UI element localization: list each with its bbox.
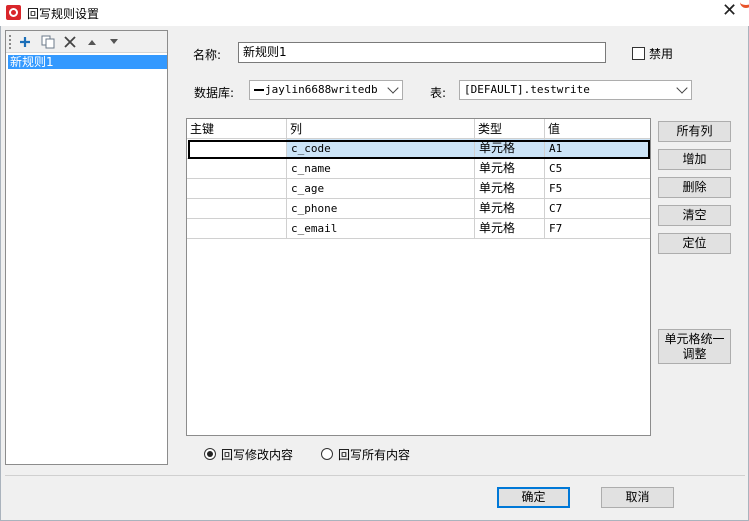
row-type-cell[interactable]: 单元格: [475, 179, 545, 199]
row-value-cell[interactable]: F7: [545, 219, 650, 239]
header-key[interactable]: 主键: [187, 119, 287, 139]
mapping-grid: 主键 列 类型 值 c_code 单元格 A1 c_name 单元格 C5 c_…: [186, 118, 651, 436]
rule-toolbar: [6, 31, 167, 53]
delete-button[interactable]: 删除: [658, 177, 731, 198]
name-input[interactable]: 新规则1: [238, 42, 606, 63]
cancel-button[interactable]: 取消: [601, 487, 674, 508]
move-up-icon[interactable]: [83, 33, 101, 51]
row-value-cell[interactable]: F5: [545, 179, 650, 199]
header-value[interactable]: 值: [545, 119, 650, 139]
clear-button[interactable]: 清空: [658, 205, 731, 226]
row-key-cell[interactable]: [187, 219, 287, 239]
row-column-cell[interactable]: c_age: [287, 179, 475, 199]
toolbar-grip: [9, 35, 11, 49]
row-value-cell[interactable]: C5: [545, 159, 650, 179]
row-type-cell[interactable]: 单元格: [475, 159, 545, 179]
name-label: 名称:: [193, 48, 222, 62]
table-select[interactable]: [DEFAULT].testwrite: [459, 80, 692, 100]
row-column-cell[interactable]: c_email: [287, 219, 475, 239]
plus-icon[interactable]: [16, 33, 34, 51]
unify-cells-button[interactable]: 单元格统一调整: [658, 329, 731, 364]
locate-button[interactable]: 定位: [658, 233, 731, 254]
database-select[interactable]: jaylin6688writedb: [249, 80, 403, 100]
move-down-icon[interactable]: [105, 33, 123, 51]
row-key-cell[interactable]: [187, 179, 287, 199]
disable-checkbox[interactable]: [632, 47, 645, 60]
app-icon: [6, 5, 21, 20]
row-type-cell[interactable]: 单元格: [475, 219, 545, 239]
all-columns-button[interactable]: 所有列: [658, 121, 731, 142]
row-type-cell[interactable]: 单元格: [475, 139, 545, 159]
row-key-cell[interactable]: [187, 199, 287, 219]
row-value-cell[interactable]: C7: [545, 199, 650, 219]
delete-x-icon[interactable]: [61, 33, 79, 51]
rule-list-panel: 新规则1: [5, 30, 168, 465]
ok-button[interactable]: 确定: [497, 487, 570, 508]
table-label: 表:: [430, 86, 447, 100]
write-modified-label: 回写修改内容: [221, 448, 294, 462]
chevron-down-icon: [676, 82, 688, 94]
row-column-cell[interactable]: c_code: [287, 139, 475, 159]
header-column[interactable]: 列: [287, 119, 475, 139]
row-key-cell[interactable]: [187, 159, 287, 179]
write-all-label: 回写所有内容: [338, 448, 411, 462]
window-title: 回写规则设置: [27, 7, 100, 21]
title-bar: [0, 0, 749, 26]
rule-list-item[interactable]: 新规则1: [8, 55, 167, 69]
copy-icon[interactable]: [39, 33, 57, 51]
row-value-cell[interactable]: A1: [545, 139, 650, 159]
row-column-cell[interactable]: c_name: [287, 159, 475, 179]
footer-separator: [5, 475, 745, 476]
row-type-cell[interactable]: 单元格: [475, 199, 545, 219]
table-value: [DEFAULT].testwrite: [464, 83, 590, 96]
connection-icon: [254, 89, 264, 91]
write-all-radio[interactable]: [321, 448, 333, 460]
chevron-down-icon: [387, 82, 399, 94]
close-icon[interactable]: ✕: [722, 2, 737, 20]
database-label: 数据库:: [194, 86, 235, 100]
write-modified-radio[interactable]: [204, 448, 216, 460]
database-value: jaylin6688writedb: [265, 83, 378, 96]
row-column-cell[interactable]: c_phone: [287, 199, 475, 219]
header-type[interactable]: 类型: [475, 119, 545, 139]
add-button[interactable]: 增加: [658, 149, 731, 170]
disable-label: 禁用: [649, 47, 674, 61]
row-key-cell[interactable]: [187, 139, 287, 159]
